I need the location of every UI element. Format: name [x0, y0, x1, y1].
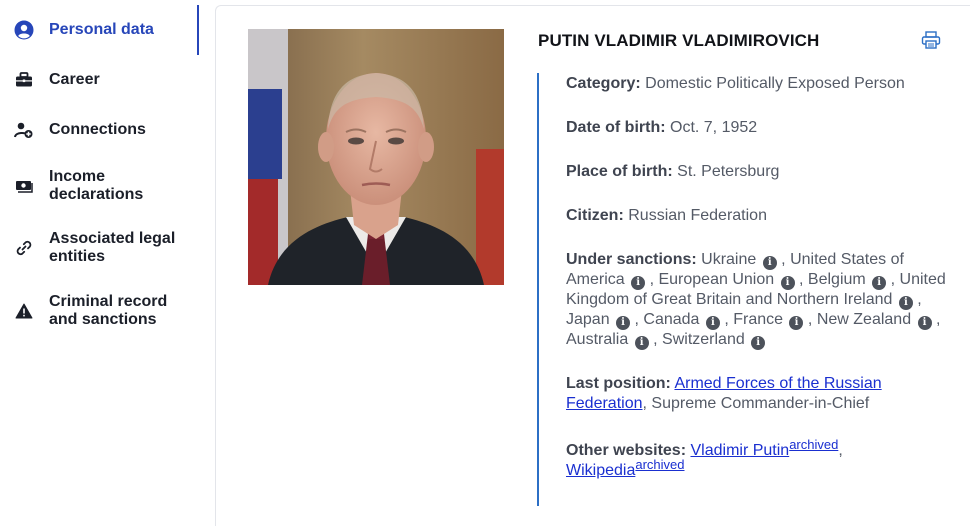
- info-icon[interactable]: i: [705, 316, 720, 330]
- info-icon[interactable]: i: [751, 336, 766, 350]
- sanction-country: Belgium: [807, 271, 866, 288]
- field-value: , Supreme Commander-in-Chief: [642, 395, 870, 412]
- field-label: Last position:: [566, 375, 671, 392]
- warning-icon: [14, 301, 34, 321]
- sidebar-item-income-declarations[interactable]: Income declarations: [14, 168, 169, 204]
- website-link[interactable]: Vladimir Putin: [690, 442, 789, 459]
- field-category: Category: Domestic Politically Exposed P…: [566, 74, 946, 94]
- sanction-country: France: [733, 311, 784, 328]
- sidebar-item-label: Associated legal entities: [49, 230, 176, 265]
- field-value: Domestic Politically Exposed Person: [645, 75, 905, 92]
- archived-link[interactable]: archived: [789, 437, 838, 452]
- sidebar-item-label: Income declarations: [49, 168, 144, 203]
- sidebar-item-label: Career: [49, 71, 100, 88]
- field-label: Category:: [566, 75, 641, 92]
- sidebar-item-career[interactable]: Career: [14, 70, 100, 90]
- sidebar-item-associated-legal-entities[interactable]: Associated legal entities: [14, 230, 189, 266]
- website-link[interactable]: Wikipedia: [566, 462, 635, 479]
- sidebar-item-personal-data[interactable]: Personal data: [14, 20, 154, 40]
- user-circle-icon: [14, 20, 34, 40]
- details-divider: [537, 73, 539, 506]
- user-plus-icon: [14, 120, 34, 140]
- sidebar-item-label: Personal data: [49, 21, 154, 38]
- sanction-country: Canada: [643, 311, 700, 328]
- sanction-country: New Zealand: [816, 311, 912, 328]
- sanction-country: Ukraine: [701, 251, 757, 268]
- sanction-country: Switzerland: [662, 331, 745, 348]
- info-icon[interactable]: i: [872, 276, 887, 290]
- sanction-country: Japan: [566, 311, 610, 328]
- money-icon: [14, 176, 34, 196]
- sidebar-item-connections[interactable]: Connections: [14, 120, 146, 140]
- info-icon[interactable]: i: [634, 336, 649, 350]
- sidebar-item-label: Connections: [49, 121, 146, 138]
- info-icon[interactable]: i: [789, 316, 804, 330]
- active-indicator: [197, 5, 199, 55]
- field-other-websites: Other websites: Vladimir Putinarchived, …: [566, 437, 843, 479]
- info-icon[interactable]: i: [780, 276, 795, 290]
- sidebar: Personal data Career Connections Income …: [0, 0, 214, 506]
- field-value: St. Petersburg: [677, 163, 780, 180]
- link-icon: [14, 238, 34, 258]
- sanction-country: European Union: [658, 271, 775, 288]
- info-icon[interactable]: i: [631, 276, 646, 290]
- field-label: Date of birth:: [566, 119, 666, 136]
- profile-photo: [248, 29, 504, 285]
- info-icon[interactable]: i: [917, 316, 932, 330]
- field-value: Oct. 7, 1952: [670, 119, 758, 136]
- info-icon[interactable]: i: [762, 256, 777, 270]
- print-button[interactable]: [921, 31, 943, 51]
- briefcase-icon: [14, 70, 34, 90]
- field-place-of-birth: Place of birth: St. Petersburg: [566, 162, 946, 182]
- archived-link[interactable]: archived: [635, 457, 684, 472]
- field-value: Russian Federation: [628, 207, 767, 224]
- info-icon[interactable]: i: [616, 316, 631, 330]
- field-sanctions: Under sanctions: Ukraine i , United Stat…: [566, 251, 946, 350]
- info-icon[interactable]: i: [898, 296, 913, 310]
- profile-name: PUTIN VLADIMIR VLADIMIROVICH: [538, 31, 820, 50]
- printer-icon: [921, 31, 941, 53]
- sidebar-item-criminal-record[interactable]: Criminal record and sanctions: [14, 293, 189, 329]
- sidebar-item-label: Criminal record and sanctions: [49, 293, 168, 328]
- field-label: Under sanctions:: [566, 251, 697, 268]
- sanction-country: Australia: [566, 331, 629, 348]
- field-last-position: Last position: Armed Forces of the Russi…: [566, 374, 946, 414]
- field-date-of-birth: Date of birth: Oct. 7, 1952: [566, 118, 946, 138]
- field-citizen: Citizen: Russian Federation: [566, 206, 946, 226]
- field-label: Place of birth:: [566, 163, 673, 180]
- field-label: Citizen:: [566, 207, 624, 224]
